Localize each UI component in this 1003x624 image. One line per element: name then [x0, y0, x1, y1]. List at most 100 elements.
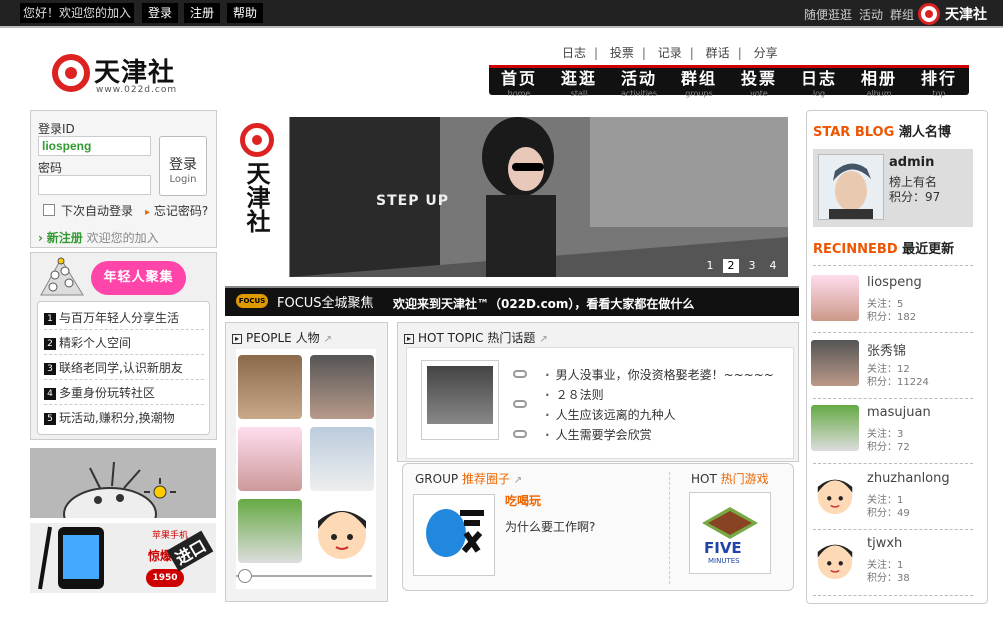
item-number: 2	[44, 337, 56, 350]
login-button[interactable]: 登录 Login	[159, 136, 207, 196]
person-photo[interactable]	[310, 427, 374, 491]
user-name[interactable]: tjwxh	[867, 536, 902, 551]
top-link-vote[interactable]: 投票	[610, 46, 634, 60]
group-header[interactable]: GROUP 推荐圈子 ↗	[415, 470, 522, 487]
nav-activities[interactable]: 活动 activities	[609, 65, 669, 98]
people-panel: ▸ PEOPLE 人物 ↗	[225, 322, 388, 602]
recent-user[interactable]: liospeng 关注：5 积分：182	[811, 271, 976, 331]
topbar-logo[interactable]: 天津社	[918, 2, 998, 26]
people-slider-handle[interactable]	[238, 569, 252, 583]
nav-groups[interactable]: 群组 groups	[669, 65, 729, 98]
list-item[interactable]: 1 与百万年轻人分享生活	[44, 306, 204, 330]
user-name[interactable]: masujuan	[867, 405, 931, 420]
top-link-share[interactable]: 分享	[754, 46, 778, 60]
topic-item[interactable]: · 人生应该远离的九种人	[545, 406, 676, 423]
divider	[813, 595, 973, 596]
nav-log[interactable]: 日志 log	[789, 65, 849, 98]
item-text: 联络老同学,认识新朋友	[59, 361, 183, 375]
topic-item[interactable]: · 男人没事业，你没资格娶老婆！~~~~~	[545, 366, 774, 383]
login-button-sublabel: Login	[169, 174, 197, 185]
arrow-right-icon: ▸	[232, 333, 242, 344]
external-link-icon: ↗	[539, 334, 548, 345]
person-photo[interactable]	[310, 355, 374, 419]
recent-user[interactable]: 张秀锦 关注：12 积分：11224	[811, 336, 976, 396]
nav-album[interactable]: 相册 album	[849, 65, 909, 98]
password-input[interactable]	[38, 175, 151, 195]
ad-banner-doodle[interactable]	[30, 448, 216, 541]
hot-game-label: HOT	[691, 472, 717, 486]
cartoon-face-icon	[817, 479, 853, 515]
focus-badge: FOCUS	[236, 294, 268, 308]
star-blog-card[interactable]: admin 榜上有名 积分：97	[813, 149, 973, 227]
group-image[interactable]	[413, 494, 495, 576]
random-browse-link[interactable]: 随便逛逛	[804, 6, 852, 23]
nav-stall[interactable]: 逛逛 stall	[549, 65, 609, 98]
recent-user[interactable]: tjwxh 关注：1 积分：38	[811, 532, 976, 592]
ad-banner-phone[interactable]: 苹果手机 惊爆价 1950 进口	[30, 523, 216, 593]
person-cartoon-avatar[interactable]	[310, 499, 374, 563]
list-item[interactable]: 4 多重身份玩转社区	[44, 381, 204, 405]
people-title: PEOPLE 人物	[246, 331, 320, 345]
slide-page-4[interactable]: 4	[765, 259, 781, 273]
auto-login-checkbox[interactable]	[43, 204, 55, 216]
slide-page-2[interactable]: 2	[723, 259, 739, 273]
binder-ring-icon	[513, 430, 527, 438]
nav-home[interactable]: 首页 home	[489, 65, 549, 98]
top-link-record[interactable]: 记录	[658, 46, 682, 60]
divider	[813, 398, 973, 399]
group-name[interactable]: 吃喝玩	[505, 492, 541, 509]
new-register-link[interactable]: 新注册	[47, 231, 83, 245]
list-item[interactable]: 5 玩活动,赚积分,换潮物	[44, 406, 204, 430]
list-item[interactable]: 2 精彩个人空间	[44, 331, 204, 355]
activity-link[interactable]: 活动	[859, 6, 883, 23]
recent-user[interactable]: masujuan 关注：3 积分：72	[811, 401, 976, 461]
nav-top[interactable]: 排行 top	[909, 65, 969, 98]
topic-item[interactable]: · 人生需要学会欣赏	[545, 426, 652, 443]
topic-text: 男人没事业，你没资格娶老婆！~~~~~	[555, 368, 774, 382]
top-link-chat[interactable]: 群话	[706, 46, 730, 60]
recent-title-en: RECINNEBD	[813, 242, 898, 257]
help-link[interactable]: 帮助	[227, 3, 264, 23]
group-link[interactable]: 群组	[890, 6, 914, 23]
site-logo[interactable]: 天津社 www.022d.com	[52, 52, 202, 100]
topic-item[interactable]: · ２８法则	[545, 386, 604, 403]
game-thumbnail[interactable]: FIVE MINUTES	[689, 492, 771, 574]
person-photo[interactable]	[238, 355, 302, 419]
slide-page-3[interactable]: 3	[744, 259, 760, 273]
user-name[interactable]: 张秀锦	[867, 340, 906, 359]
login-id-input[interactable]	[38, 136, 151, 156]
external-link-icon: ↗	[323, 334, 332, 345]
star-name[interactable]: admin	[889, 155, 934, 170]
star-blog-header: STAR BLOG 潮人名博	[813, 121, 951, 140]
person-photo[interactable]	[238, 427, 302, 491]
topic-text: ２８法则	[555, 388, 604, 402]
top-link-log[interactable]: 日志	[562, 46, 586, 60]
user-name[interactable]: liospeng	[867, 275, 922, 290]
game-name: FIVE	[704, 539, 742, 557]
list-item[interactable]: 3 联络老同学,认识新朋友	[44, 356, 204, 380]
hot-game-header[interactable]: HOT 热门游戏	[691, 470, 769, 487]
register-link[interactable]: 注册	[184, 3, 221, 23]
hero-slideshow[interactable]: 天津社 STEP UP 1 2 3 4	[232, 117, 788, 277]
topic-photo[interactable]	[421, 360, 499, 440]
user-name[interactable]: zhuzhanlong	[867, 471, 950, 486]
recent-title-zh: 最近更新	[902, 242, 955, 257]
cartoon-face-icon	[817, 544, 853, 580]
logo-ring-icon	[240, 123, 274, 157]
login-link[interactable]: 登录	[142, 3, 179, 23]
slide-page-1[interactable]: 1	[702, 259, 718, 273]
item-number: 1	[44, 312, 56, 325]
item-text: 与百万年轻人分享生活	[59, 311, 180, 325]
top-bar: 您好！欢迎您的加入 登录 注册 帮助 随便逛逛 活动 群组 天津社	[0, 0, 1003, 28]
top-links: 日志 | 投票 | 记录 | 群话 | 分享	[562, 46, 778, 60]
forgot-password-link[interactable]: ▸ 忘记密码?	[145, 202, 208, 219]
item-number: 3	[44, 362, 56, 375]
nav-sublabel: log	[812, 89, 826, 98]
person-photo[interactable]	[238, 499, 302, 563]
people-header[interactable]: ▸ PEOPLE 人物 ↗	[232, 329, 332, 346]
hot-topic-header[interactable]: ▸ HOT TOPIC 热门话题 ↗	[404, 329, 548, 346]
nav-vote[interactable]: 投票 vote	[729, 65, 789, 98]
focus-message[interactable]: 欢迎来到天津社™（022D.com），看看大家都在做什么	[393, 295, 694, 312]
recent-header: RECINNEBD 最近更新	[813, 238, 954, 257]
recent-user[interactable]: zhuzhanlong 关注：1 积分：49	[811, 467, 976, 527]
